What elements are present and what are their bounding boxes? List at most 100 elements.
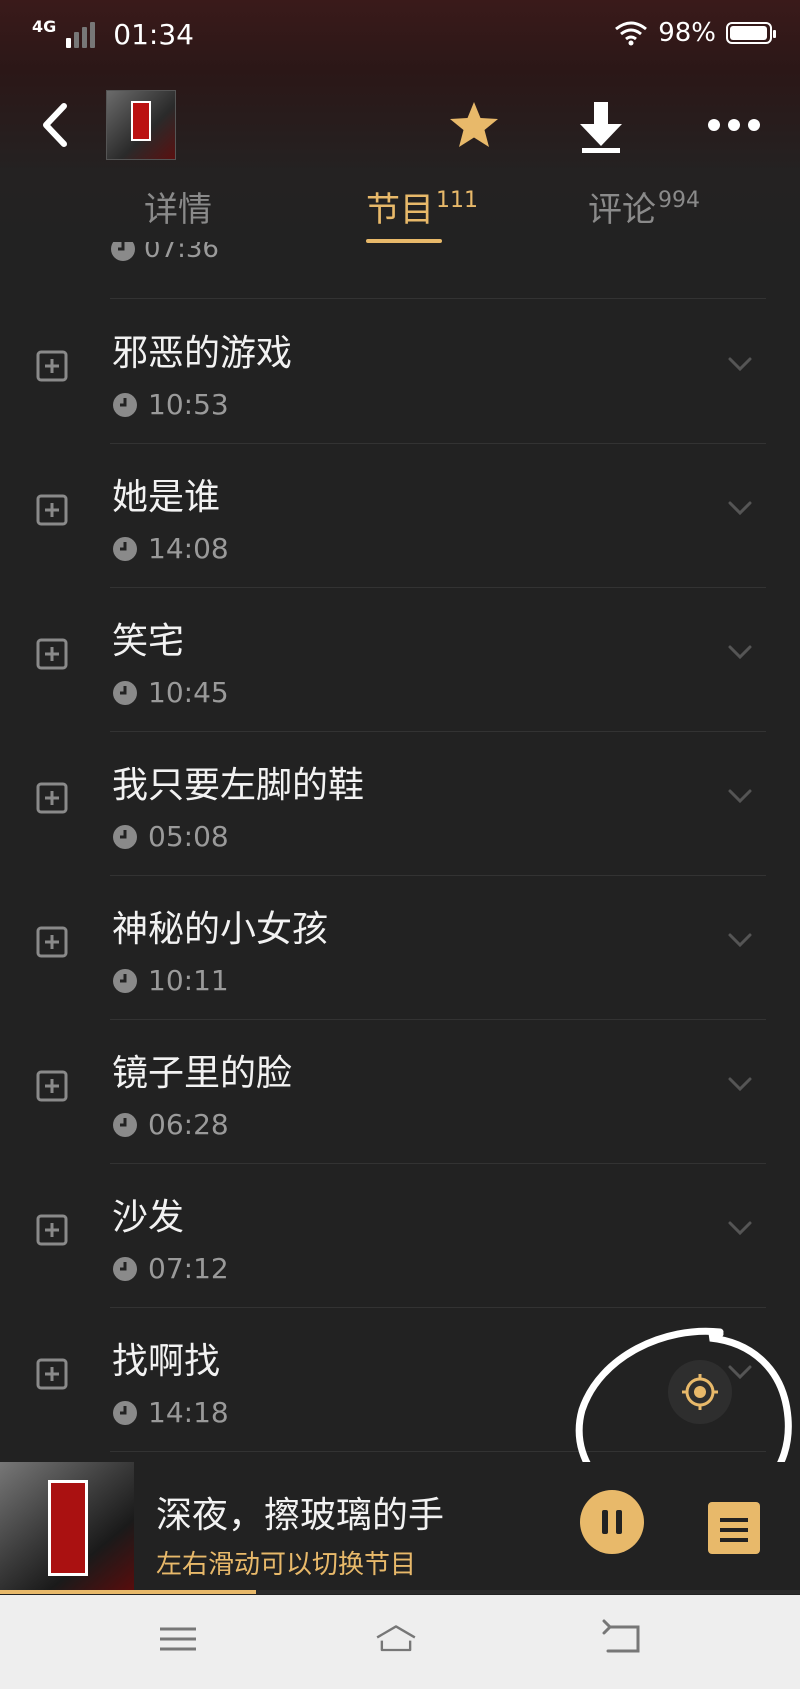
clock-icon <box>113 968 137 993</box>
locate-current-button[interactable] <box>668 1360 732 1424</box>
system-nav-bar <box>0 1595 800 1689</box>
chevron-down-icon[interactable] <box>726 930 754 950</box>
chevron-down-icon[interactable] <box>726 354 754 374</box>
chevron-down-icon[interactable] <box>726 1362 754 1382</box>
progress-bar[interactable] <box>0 1590 800 1594</box>
tab-bar: 详情 节目111 评论994 <box>0 182 800 243</box>
list-item-partial[interactable]: 07:36 <box>110 242 766 299</box>
network-type: 4G <box>32 17 57 36</box>
wifi-icon <box>615 21 648 46</box>
duration-text: 14:08 <box>148 532 229 565</box>
chevron-down-icon[interactable] <box>726 642 754 662</box>
add-to-list-icon[interactable] <box>36 926 68 958</box>
item-title: 找啊找 <box>112 1341 221 1382</box>
item-title: 笑宅 <box>112 621 185 662</box>
tab-comments-count: 994 <box>658 187 700 213</box>
pause-icon-bar-right <box>616 1510 622 1534</box>
duration-text: 06:28 <box>148 1108 229 1141</box>
duration-text: 10:11 <box>148 964 229 997</box>
add-to-list-icon[interactable] <box>36 494 68 526</box>
star-icon[interactable] <box>446 98 502 154</box>
item-meta: 14:08 <box>112 532 229 565</box>
duration-text: 14:18 <box>148 1396 229 1429</box>
more-icon[interactable] <box>708 112 768 138</box>
pause-button[interactable] <box>580 1490 644 1554</box>
add-to-list-icon[interactable] <box>36 350 68 382</box>
list-item[interactable]: 神秘的小女孩 10:11 <box>0 876 800 1020</box>
list-item[interactable]: 我只要左脚的鞋 05:08 <box>0 732 800 876</box>
tab-comments-label: 评论 <box>588 190 656 230</box>
pause-icon-bar-left <box>602 1510 608 1534</box>
item-title: 沙发 <box>112 1197 185 1238</box>
add-to-list-icon[interactable] <box>36 638 68 670</box>
clock-icon <box>113 536 137 561</box>
item-title: 我只要左脚的鞋 <box>112 765 365 806</box>
chevron-down-icon[interactable] <box>726 786 754 806</box>
row-divider <box>110 1451 766 1452</box>
album-cover-art <box>131 101 151 141</box>
tab-comments[interactable]: 评论994 <box>588 182 700 231</box>
battery-icon <box>726 22 776 44</box>
back-arrow-icon[interactable] <box>36 100 76 150</box>
now-playing-title: 深夜，擦玻璃的手 <box>156 1495 445 1536</box>
tab-details[interactable]: 详情 <box>144 182 212 231</box>
item-meta: 05:08 <box>112 820 229 853</box>
add-to-list-icon[interactable] <box>36 1358 68 1390</box>
duration-text: 07:36 <box>144 242 219 264</box>
duration-text: 10:45 <box>148 676 229 709</box>
item-meta: 10:53 <box>112 388 229 421</box>
chevron-down-icon[interactable] <box>726 1218 754 1238</box>
clock-icon <box>113 680 137 705</box>
clock-icon <box>113 1256 137 1281</box>
list-item[interactable]: 沙发 07:12 <box>0 1164 800 1308</box>
item-title: 她是谁 <box>112 477 221 518</box>
status-right: 98% <box>614 18 776 48</box>
clock-icon <box>113 1400 137 1425</box>
list-item[interactable]: 镜子里的脸 06:28 <box>0 1020 800 1164</box>
swipe-hint: 左右滑动可以切换节目 <box>156 1550 417 1580</box>
list-item[interactable]: 邪恶的游戏 10:53 <box>0 300 800 444</box>
chevron-down-icon[interactable] <box>726 1074 754 1094</box>
menu-icon[interactable] <box>156 1619 200 1659</box>
back-nav-icon[interactable] <box>600 1619 644 1659</box>
mini-player[interactable]: 深夜，擦玻璃的手 左右滑动可以切换节目 <box>0 1462 800 1594</box>
playlist-icon[interactable] <box>708 1502 760 1554</box>
tab-programs-count: 111 <box>436 187 478 213</box>
progress-fill <box>0 1590 256 1594</box>
album-cover-thumbnail[interactable] <box>106 90 176 160</box>
list-item[interactable]: 她是谁 14:08 <box>0 444 800 588</box>
status-left: 4G 01:34 <box>32 17 194 51</box>
clock-icon <box>113 1112 137 1137</box>
battery-percent: 98% <box>658 18 716 48</box>
clock-icon <box>113 392 137 417</box>
tab-details-label: 详情 <box>144 190 212 230</box>
tab-programs-label: 节目 <box>366 190 434 230</box>
item-title: 镜子里的脸 <box>112 1053 293 1094</box>
list-item[interactable]: 笑宅 10:45 <box>0 588 800 732</box>
header: 详情 节目111 评论994 <box>0 72 800 243</box>
tab-programs[interactable]: 节目111 <box>366 182 478 243</box>
item-title: 神秘的小女孩 <box>112 909 329 950</box>
player-cover-art[interactable] <box>0 1462 134 1592</box>
status-time: 01:34 <box>113 18 194 51</box>
add-to-list-icon[interactable] <box>36 1070 68 1102</box>
duration-text: 10:53 <box>148 388 229 421</box>
add-to-list-icon[interactable] <box>36 1214 68 1246</box>
chevron-down-icon[interactable] <box>726 498 754 518</box>
item-meta: 10:45 <box>112 676 229 709</box>
duration-text: 07:12 <box>148 1252 229 1285</box>
signal-icon <box>66 21 96 48</box>
item-meta: 07:12 <box>112 1252 229 1285</box>
clock-icon <box>113 824 137 849</box>
target-icon <box>682 1374 718 1410</box>
clock-icon <box>111 242 135 261</box>
status-bar: 4G 01:34 98% <box>0 0 800 72</box>
add-to-list-icon[interactable] <box>36 782 68 814</box>
download-icon[interactable] <box>576 98 626 154</box>
home-icon[interactable] <box>374 1619 418 1659</box>
program-list[interactable]: 07:36 邪恶的游戏 10:53 她是谁 14:08 笑宅 10:45 我只要左脚的鞋 05… <box>0 242 800 1462</box>
player-cover-frame <box>48 1480 88 1576</box>
item-meta: 06:28 <box>112 1108 229 1141</box>
item-meta: 14:18 <box>112 1396 229 1429</box>
item-title: 邪恶的游戏 <box>112 333 293 374</box>
